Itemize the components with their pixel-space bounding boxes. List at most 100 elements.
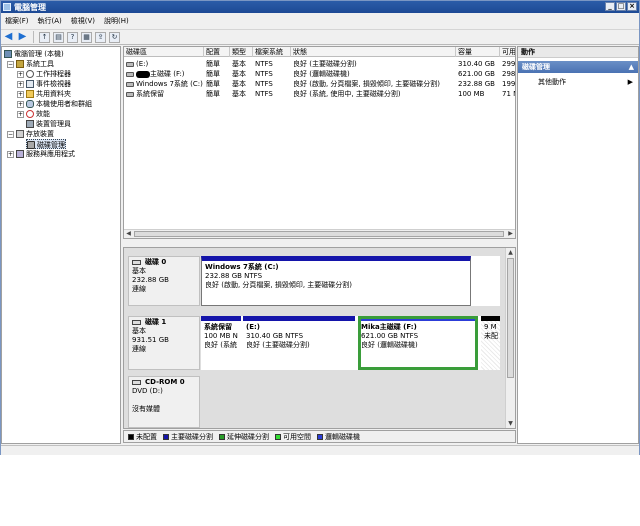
cell-type: 基本 — [232, 90, 246, 98]
volume-name: (E:) — [136, 60, 149, 68]
partition-size: 310.40 GB NTFS — [246, 332, 304, 340]
collapse-icon[interactable]: − — [7, 60, 14, 68]
partition-e[interactable]: (E:) 310.40 GB NTFS 良好 (主要磁碟分割) — [243, 316, 355, 370]
menu-action[interactable]: 執行(A) — [38, 16, 62, 26]
column-header-free[interactable]: 可用 — [500, 47, 515, 57]
expand-icon[interactable]: + — [17, 100, 24, 108]
cell-volume: (E:) — [124, 59, 204, 69]
disk-label-1[interactable]: 磁碟 1 基本 931.51 GB 連線 — [128, 316, 200, 370]
tree-item-task-scheduler[interactable]: + 工作排程器 — [17, 69, 71, 79]
actions-section-label: 磁碟管理 — [522, 63, 550, 71]
tools-icon — [16, 60, 24, 68]
table-row[interactable]: 主磁碟 (F:) 簡單 基本 NTFS 良好 (邏輯磁碟機) 621.00 GB… — [124, 69, 515, 79]
scroll-left-icon[interactable]: ◀ — [124, 230, 133, 238]
table-row[interactable]: (E:) 簡單 基本 NTFS 良好 (主要磁碟分割) 310.40 GB 29… — [124, 59, 515, 69]
disk-partitions-1: 系統保留 100 MB N 良好 (系統 (E:) 310.40 GB NTFS… — [201, 316, 500, 370]
cell-volume: Windows 7系統 (C:) — [124, 79, 204, 89]
volume-icon — [126, 81, 134, 87]
partition-system-reserved[interactable]: 系統保留 100 MB N 良好 (系統 — [201, 316, 241, 370]
menu-help[interactable]: 說明(H) — [104, 16, 129, 26]
action-label: 其他動作 — [538, 78, 566, 86]
disk-icon — [132, 259, 141, 265]
cell-capacity: 232.88 GB — [458, 80, 495, 88]
expand-icon[interactable]: + — [17, 90, 24, 98]
volume-list-horizontal-scrollbar[interactable]: ◀ ▶ — [124, 229, 515, 238]
tree-label: 服務與應用程式 — [26, 150, 75, 158]
scroll-right-icon[interactable]: ▶ — [506, 230, 515, 238]
column-header-status[interactable]: 狀態 — [291, 47, 456, 57]
tree-item-system-tools[interactable]: − 系統工具 — [7, 59, 54, 69]
column-header-type[interactable]: 類型 — [230, 47, 253, 57]
tree-item-services[interactable]: + 服務與應用程式 — [7, 149, 75, 159]
tree-label: 工作排程器 — [36, 70, 71, 78]
title-bar[interactable]: 電腦管理 _ □ × — [1, 1, 639, 13]
disk-row-cdrom: CD-ROM 0 DVD (D:) 沒有媒體 — [128, 376, 500, 428]
volume-list: 磁碟區 配置 類型 檔案系統 狀態 容量 可用 (E:) 簡單 基本 NTFS … — [123, 46, 516, 239]
disk-label-cdrom[interactable]: CD-ROM 0 DVD (D:) 沒有媒體 — [128, 376, 200, 428]
back-arrow-icon[interactable]: ◀ — [3, 31, 14, 43]
scroll-thumb[interactable] — [134, 231, 504, 237]
collapse-icon[interactable]: − — [7, 130, 14, 138]
cell-capacity: 621.00 GB — [458, 70, 495, 78]
column-header-volume[interactable]: 磁碟區 — [124, 47, 204, 57]
expand-icon[interactable]: + — [7, 150, 14, 158]
cell-filesystem: NTFS — [255, 60, 273, 68]
legend-item: 延伸磁碟分割 — [219, 432, 269, 442]
tree-item-performance[interactable]: + 效能 — [17, 109, 50, 119]
column-header-layout[interactable]: 配置 — [204, 47, 230, 57]
tree-item-event-viewer[interactable]: + 事件檢視器 — [17, 79, 71, 89]
actions-pane: 動作 磁碟管理 ▲ 其他動作 ▶ — [517, 46, 639, 444]
menu-view[interactable]: 檢視(V) — [71, 16, 95, 26]
disk-row-0: 磁碟 0 基本 232.88 GB 連線 Windows 7系統 (C:) 23… — [128, 256, 500, 306]
export-list-icon[interactable]: ⇪ — [95, 31, 106, 43]
help-icon[interactable]: ? — [67, 31, 78, 43]
action-more-actions[interactable]: 其他動作 ▶ — [518, 76, 638, 88]
column-header-capacity[interactable]: 容量 — [456, 47, 500, 57]
partition-status: 良好 (系統 — [204, 341, 237, 349]
tree-item-local-users[interactable]: + 本機使用者和群組 — [17, 99, 92, 109]
show-hide-tree-icon[interactable]: ▤ — [53, 31, 64, 43]
disk-name: CD-ROM 0 — [145, 378, 185, 386]
tree-item-root[interactable]: 電腦管理 (本機) — [4, 49, 64, 59]
partition-size: 621.00 GB NTFS — [361, 332, 419, 340]
tree-item-shared-folders[interactable]: + 共用資料夾 — [17, 89, 71, 99]
partition-status: 未配 — [484, 332, 498, 340]
tree-item-disk-management[interactable]: 磁碟管理 — [26, 139, 66, 149]
partition-c[interactable]: Windows 7系統 (C:) 232.88 GB NTFS 良好 (啟動, … — [201, 256, 471, 306]
tree-item-device-manager[interactable]: 裝置管理員 — [26, 119, 71, 129]
table-row[interactable]: Windows 7系統 (C:) 簡單 基本 NTFS 良好 (啟動, 分頁檔案… — [124, 79, 516, 89]
disk-type: 基本 — [132, 267, 146, 275]
legend-bar: 未配置 主要磁碟分割 延伸磁碟分割 可用空間 邏輯磁碟機 — [123, 430, 516, 443]
maximize-button[interactable]: □ — [616, 2, 626, 11]
close-button[interactable]: × — [627, 2, 637, 11]
disk-label-0[interactable]: 磁碟 0 基本 232.88 GB 連線 — [128, 256, 200, 306]
cell-free: 199. — [502, 80, 516, 88]
partition-unallocated[interactable]: 9 M 未配 — [481, 316, 500, 370]
scroll-down-icon[interactable]: ▼ — [506, 419, 515, 428]
menu-file[interactable]: 檔案(F) — [5, 16, 29, 26]
scroll-thumb[interactable] — [507, 258, 514, 378]
forward-arrow-icon[interactable]: ▶ — [17, 31, 28, 43]
expand-icon[interactable]: + — [17, 80, 24, 88]
scroll-up-icon[interactable]: ▲ — [506, 248, 515, 257]
pane-splitter[interactable] — [123, 240, 516, 246]
tree-label: 電腦管理 (本機) — [14, 50, 64, 58]
disk-view-vertical-scrollbar[interactable]: ▲ ▼ — [505, 248, 515, 428]
expand-icon[interactable]: + — [17, 70, 24, 78]
partition-name: Windows 7系統 (C:) — [205, 263, 279, 271]
up-folder-icon[interactable]: ↑ — [39, 31, 50, 43]
tree-item-storage[interactable]: − 存放裝置 — [7, 129, 54, 139]
minimize-button[interactable]: _ — [605, 2, 615, 11]
refresh-icon[interactable]: ↻ — [109, 31, 120, 43]
properties-icon[interactable]: ▦ — [81, 31, 92, 43]
expand-icon[interactable]: + — [17, 110, 24, 118]
column-header-filesystem[interactable]: 檔案系統 — [253, 47, 291, 57]
table-row[interactable]: 系統保留 簡單 基本 NTFS 良好 (系統, 使用中, 主要磁碟分割) 100… — [124, 89, 515, 99]
actions-section-disk-management[interactable]: 磁碟管理 ▲ — [518, 61, 638, 73]
computer-management-icon — [3, 3, 11, 11]
partition-name: Mika主磁碟 (F:) — [361, 323, 417, 331]
legend-item: 可用空間 — [275, 432, 311, 442]
legend-item: 邏輯磁碟機 — [317, 432, 360, 442]
partition-f[interactable]: Mika主磁碟 (F:) 621.00 GB NTFS 良好 (邏輯磁碟機) — [358, 316, 478, 370]
collapse-up-icon[interactable]: ▲ — [629, 61, 634, 73]
